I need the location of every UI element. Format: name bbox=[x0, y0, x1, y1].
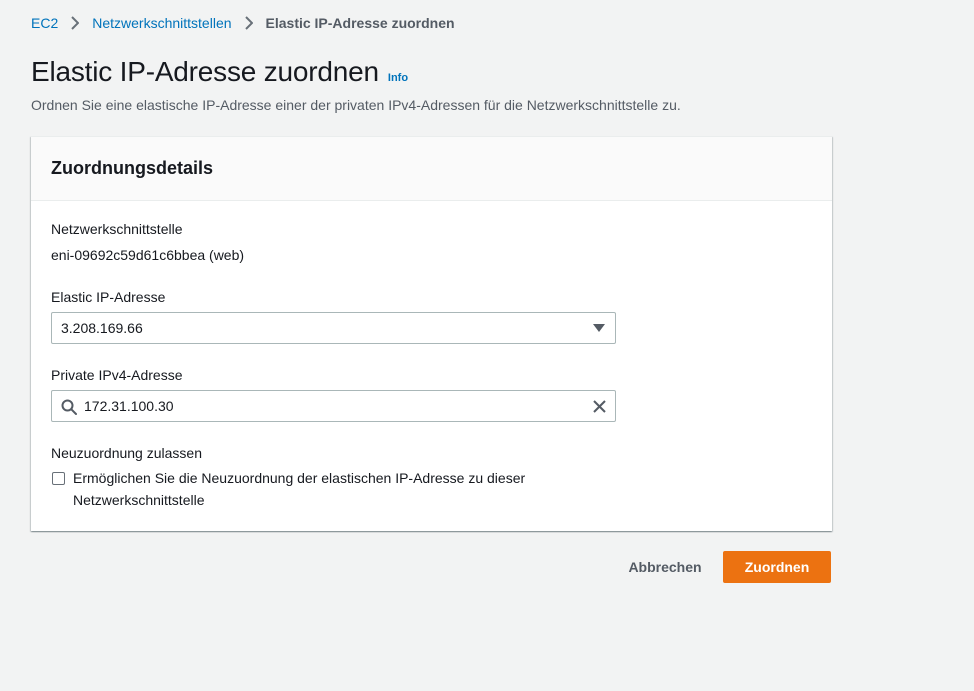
association-details-panel: Zuordnungsdetails Netzwerkschnittstelle … bbox=[31, 136, 832, 531]
private-ipv4-label: Private IPv4-Adresse bbox=[51, 367, 183, 383]
panel-title: Zuordnungsdetails bbox=[51, 158, 213, 178]
page: EC2 Netzwerkschnittstellen Elastic IP-Ad… bbox=[0, 0, 974, 691]
private-ipv4-field bbox=[51, 390, 616, 422]
chevron-right-icon bbox=[232, 14, 266, 32]
panel-header: Zuordnungsdetails bbox=[31, 137, 832, 201]
caret-down-icon bbox=[593, 324, 605, 332]
network-interface-label: Netzwerkschnittstelle bbox=[51, 221, 183, 237]
network-interface-value: eni-09692c59d61c6bbea (web) bbox=[51, 247, 245, 263]
breadcrumb: EC2 Netzwerkschnittstellen Elastic IP-Ad… bbox=[31, 14, 455, 32]
breadcrumb-item-current: Elastic IP-Adresse zuordnen bbox=[265, 15, 455, 31]
close-icon[interactable] bbox=[592, 399, 607, 414]
private-ipv4-input[interactable] bbox=[84, 391, 574, 421]
title-row: Elastic IP-Adresse zuordnen Info bbox=[31, 56, 408, 88]
reassociation-label: Neuzuordnung zulassen bbox=[51, 445, 202, 461]
page-title: Elastic IP-Adresse zuordnen bbox=[31, 56, 379, 87]
search-icon bbox=[61, 399, 77, 415]
info-link[interactable]: Info bbox=[388, 72, 408, 84]
elastic-ip-selected-value: 3.208.169.66 bbox=[61, 320, 143, 336]
reassociation-checkbox-label[interactable]: Ermöglichen Sie die Neuzuordnung der ela… bbox=[73, 467, 573, 511]
chevron-right-icon bbox=[58, 14, 92, 32]
cancel-button[interactable]: Abbrechen bbox=[618, 551, 712, 583]
associate-button[interactable]: Zuordnen bbox=[723, 551, 831, 583]
page-description: Ordnen Sie eine elastische IP-Adresse ei… bbox=[31, 97, 681, 113]
breadcrumb-item-network-interfaces[interactable]: Netzwerkschnittstellen bbox=[92, 15, 231, 31]
reassociation-checkbox[interactable] bbox=[52, 472, 65, 485]
breadcrumb-item-ec2[interactable]: EC2 bbox=[31, 15, 58, 31]
elastic-ip-select[interactable]: 3.208.169.66 bbox=[51, 312, 616, 344]
elastic-ip-label: Elastic IP-Adresse bbox=[51, 289, 166, 305]
